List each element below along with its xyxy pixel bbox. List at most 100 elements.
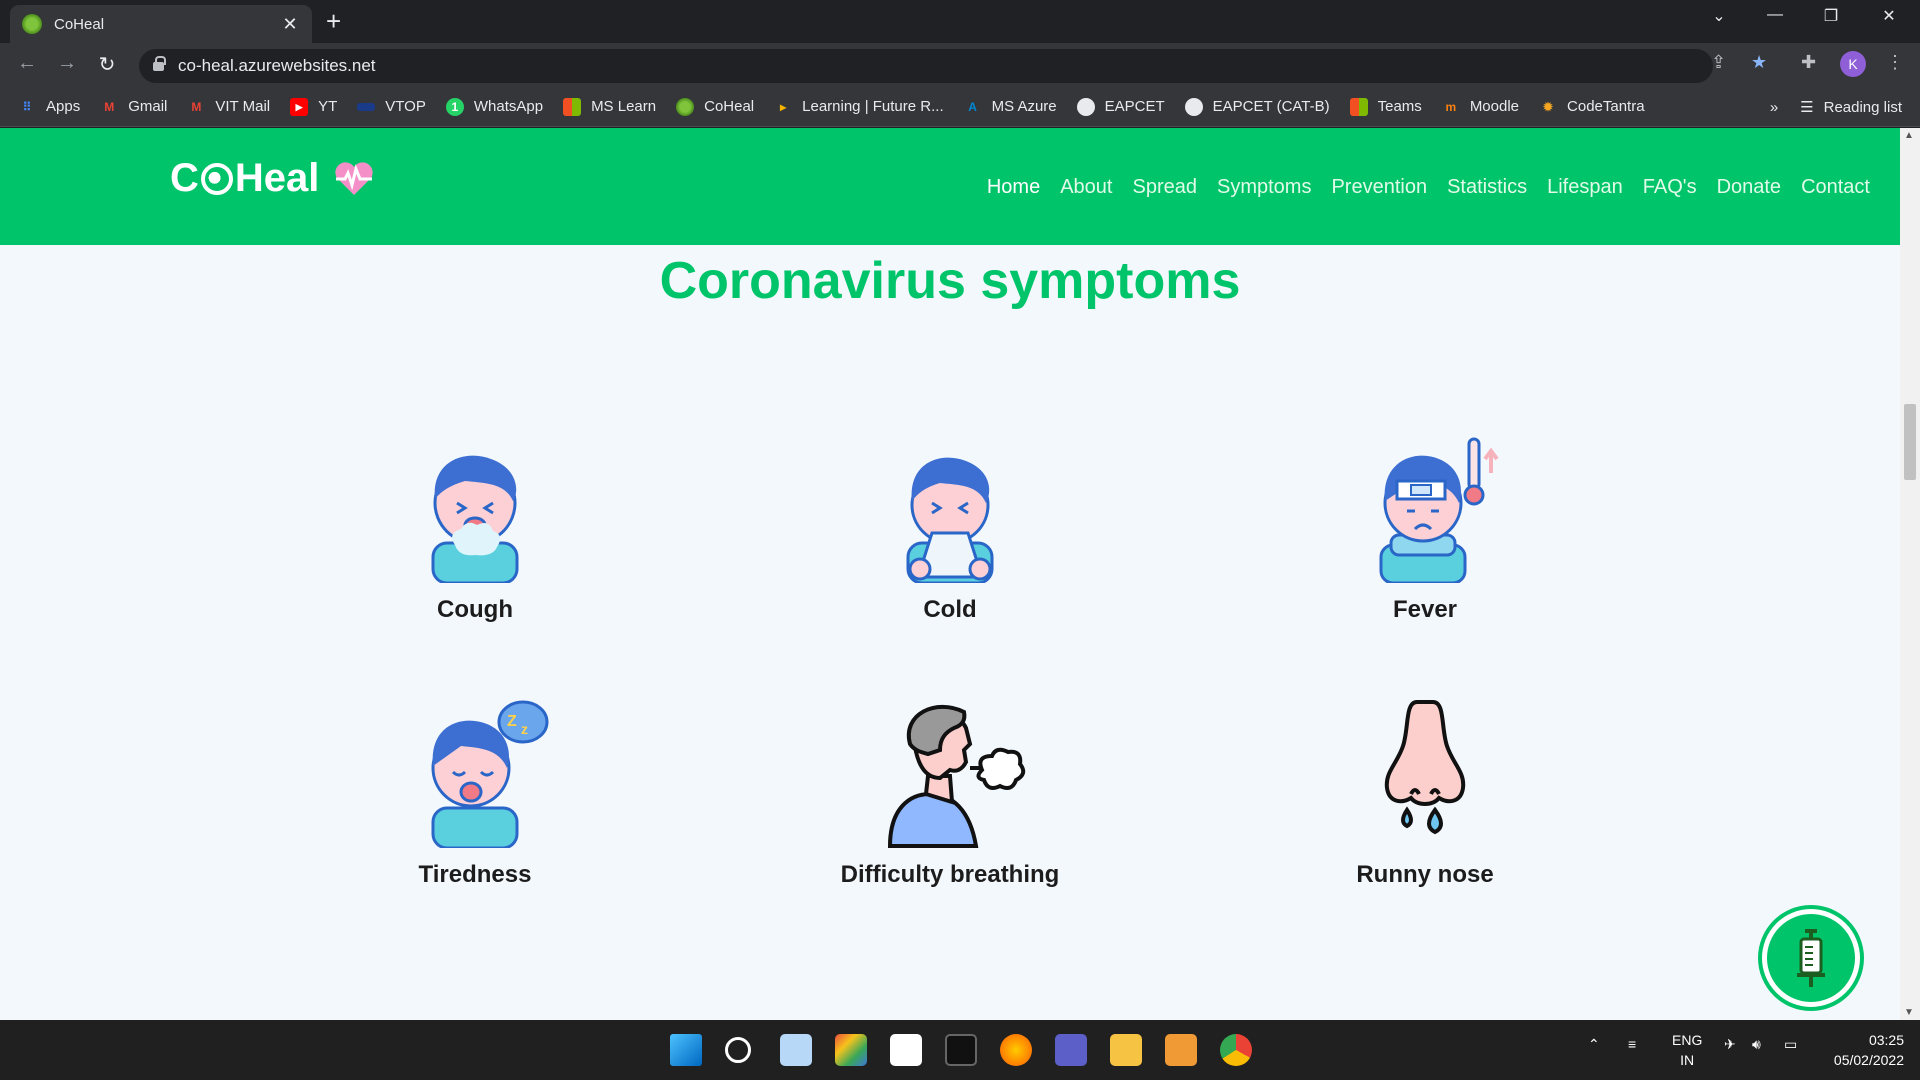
learning-icon: ▸ (780, 99, 787, 114)
symptom-card-cough: Cough (315, 433, 635, 624)
store-icon[interactable] (890, 1034, 922, 1066)
extensions-icon[interactable]: ✚ (1801, 52, 1816, 73)
new-tab-button[interactable]: + (326, 8, 341, 34)
windows-start-icon[interactable] (670, 1034, 702, 1066)
azure-icon: A (968, 99, 977, 114)
bookmark-yt[interactable]: ▶ YT (290, 97, 338, 116)
bookmark-learning[interactable]: ▸ Learning | Future R... (774, 98, 943, 116)
bookmark-ms-azure[interactable]: A MS Azure (964, 98, 1057, 116)
bookmark-label: Learning | Future R... (802, 98, 944, 115)
nav-prevention[interactable]: Prevention (1331, 176, 1427, 199)
share-icon[interactable]: ⇪ (1711, 52, 1726, 73)
lock-icon[interactable] (153, 55, 166, 73)
cube-app-icon[interactable] (780, 1034, 812, 1066)
coheal-logo[interactable]: C Heal (170, 156, 375, 201)
bookmark-whatsapp[interactable]: 1 WhatsApp (445, 97, 543, 116)
menu-kebab-icon[interactable]: ⋮ (1886, 52, 1904, 73)
nav-donate[interactable]: Donate (1717, 176, 1782, 199)
runny-nose-icon (1384, 700, 1466, 835)
youtube-icon: ▶ (290, 97, 309, 116)
firefox-icon[interactable] (1000, 1034, 1032, 1066)
microsoft-icon (563, 97, 582, 116)
back-icon[interactable]: ← (14, 52, 40, 75)
battery-icon[interactable]: ▭ (1784, 1036, 1797, 1053)
forward-icon[interactable]: → (54, 52, 80, 75)
bookmark-label: Teams (1377, 98, 1422, 115)
bookmark-label: EAPCET (CAT-B) (1212, 98, 1330, 115)
reading-list-label[interactable]: Reading list (1824, 99, 1902, 116)
bookmark-label: CoHeal (704, 98, 755, 115)
heartbeat-icon (335, 161, 374, 195)
main-nav: Home About Spread Symptoms Prevention St… (977, 176, 1880, 199)
symptom-card-difficulty-breathing: Difficulty breathing (790, 698, 1110, 889)
profile-avatar[interactable]: K (1840, 51, 1866, 77)
globe-icon (1184, 97, 1203, 116)
volume-icon[interactable]: 🔊︎ (1752, 1036, 1761, 1053)
tab-search-icon[interactable]: ⌄ (1696, 6, 1742, 26)
teams-icon[interactable] (1055, 1034, 1087, 1066)
logo-text-right: Heal (234, 156, 320, 200)
reading-list-icon[interactable]: ☰ (1800, 98, 1813, 116)
file-explorer-icon[interactable] (1110, 1034, 1142, 1066)
logo-text-left: C (170, 156, 199, 200)
bookmark-label: MS Azure (991, 98, 1057, 115)
input-language[interactable]: ENG IN (1672, 1030, 1702, 1070)
coheal-favicon-icon (22, 14, 42, 34)
more-bookmarks-button[interactable]: » (1770, 99, 1778, 116)
window-close-icon[interactable]: ✕ (1866, 6, 1912, 26)
mysql-icon[interactable] (945, 1034, 977, 1066)
symptom-card-tiredness: Z z Tiredness (315, 698, 635, 889)
dev-app-icon[interactable] (835, 1034, 867, 1066)
restore-icon[interactable]: ❐ (1808, 6, 1854, 26)
scroll-up-icon[interactable]: ▲ (1904, 130, 1914, 141)
bookmark-ms-learn[interactable]: MS Learn (563, 97, 656, 116)
reload-icon[interactable]: ↻ (94, 52, 120, 77)
site-header: C Heal Home About Spread Symptoms Preven… (0, 128, 1900, 245)
nav-about[interactable]: About (1060, 176, 1112, 199)
whatsapp-icon: 1 (445, 97, 464, 116)
tray-chevron-icon[interactable]: ⌃ (1588, 1036, 1600, 1053)
airplane-mode-icon[interactable]: ✈ (1724, 1036, 1736, 1053)
nav-contact[interactable]: Contact (1801, 176, 1870, 199)
tab-close-icon[interactable]: ✕ (280, 14, 300, 35)
minimize-icon[interactable]: — (1752, 6, 1798, 24)
search-icon[interactable] (725, 1037, 751, 1063)
notifications-icon[interactable]: ≡ (1628, 1036, 1636, 1052)
nav-symptoms[interactable]: Symptoms (1217, 176, 1311, 199)
bookmark-label: EAPCET (1104, 98, 1165, 115)
bookmark-vit-mail[interactable]: M VIT Mail (187, 98, 270, 116)
chrome-icon[interactable] (1220, 1034, 1252, 1066)
bookmark-vtop[interactable]: VTOP (357, 98, 426, 115)
scrollbar-thumb[interactable] (1904, 404, 1916, 480)
bookmark-codetantra[interactable]: ✹ CodeTantra (1539, 98, 1645, 116)
bookmark-teams[interactable]: Teams (1349, 97, 1422, 116)
nav-faqs[interactable]: FAQ's (1643, 176, 1697, 199)
clock-time: 03:25 (1868, 1032, 1904, 1048)
symptom-label: Tiredness (418, 861, 532, 888)
bookmark-coheal[interactable]: CoHeal (676, 97, 755, 116)
tiredness-icon: Z z (431, 700, 549, 850)
bookmark-label: YT (318, 98, 338, 115)
bookmark-apps[interactable]: ⠿ Apps (18, 98, 81, 116)
symptom-label: Runny nose (1356, 861, 1494, 888)
nav-lifespan[interactable]: Lifespan (1547, 176, 1623, 199)
fever-icon (1379, 437, 1499, 585)
page-scrollbar[interactable]: ▲ ▼ (1900, 128, 1920, 1020)
vtop-icon (357, 102, 376, 111)
system-clock[interactable]: 03:25 05/02/2022 (1834, 1030, 1904, 1070)
bookmark-eapcet-cat-b[interactable]: EAPCET (CAT-B) (1184, 97, 1330, 116)
bookmark-star-icon[interactable]: ★ (1751, 52, 1767, 73)
sublime-text-icon[interactable] (1165, 1034, 1197, 1066)
nav-home[interactable]: Home (987, 176, 1040, 199)
page-viewport: C Heal Home About Spread Symptoms Preven… (0, 128, 1900, 1020)
browser-tab[interactable]: CoHeal ✕ (10, 5, 312, 43)
nav-statistics[interactable]: Statistics (1447, 176, 1527, 199)
vaccine-floating-button[interactable] (1762, 909, 1860, 1007)
bookmark-gmail[interactable]: M Gmail (100, 98, 167, 116)
bookmark-moodle[interactable]: m Moodle (1442, 98, 1519, 116)
bookmark-eapcet[interactable]: EAPCET (1076, 97, 1165, 116)
scroll-down-icon[interactable]: ▼ (1904, 1007, 1914, 1018)
symptom-label: Fever (1392, 596, 1458, 623)
address-bar[interactable]: co-heal.azurewebsites.net (139, 49, 1713, 83)
nav-spread[interactable]: Spread (1132, 176, 1197, 199)
